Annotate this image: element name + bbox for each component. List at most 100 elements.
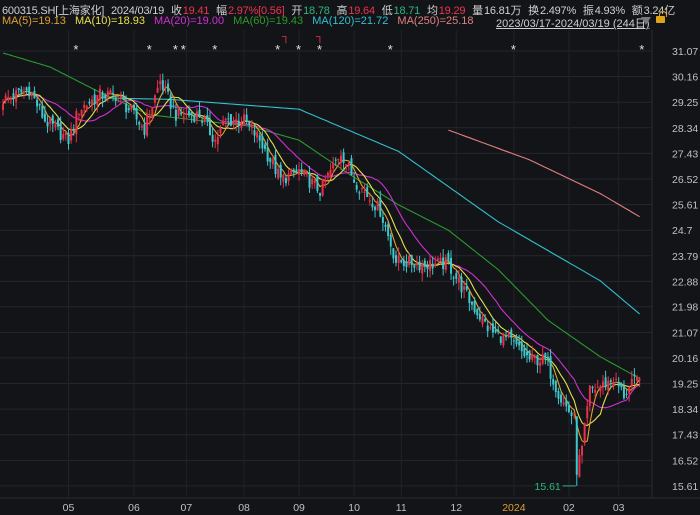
candle-body — [222, 121, 225, 126]
candle-body — [235, 119, 238, 125]
candle-body — [33, 90, 36, 99]
x-tick-label: 06 — [128, 502, 140, 514]
event-marker: * — [73, 42, 78, 57]
candle-body — [515, 338, 518, 345]
candle-body — [565, 400, 568, 407]
candle-body — [119, 96, 122, 98]
candle-body — [334, 159, 337, 161]
flag-marker: ┐ — [315, 31, 324, 44]
event-marker: * — [173, 42, 178, 57]
candle-body — [43, 113, 46, 122]
candle-body — [208, 118, 211, 135]
candle-body — [122, 96, 125, 101]
candle-body — [486, 325, 489, 332]
candle-body — [481, 316, 484, 325]
candle-body — [628, 387, 631, 394]
candle-body — [30, 93, 33, 96]
candlestick-chart[interactable]: * * * * * * * * * * *┐ ┐15.61 31.0730.1629.2528.342… — [0, 0, 700, 515]
candle-body — [379, 197, 382, 217]
candle-body — [617, 383, 620, 387]
candle-body — [101, 92, 104, 99]
y-tick-label: 26.52 — [672, 174, 698, 186]
candle-body — [206, 115, 209, 121]
candle-body — [497, 329, 500, 332]
candle-body — [295, 169, 298, 172]
event-marker: * — [388, 42, 393, 57]
candle-body — [156, 87, 159, 93]
candle-body — [615, 378, 618, 380]
candle-body — [408, 255, 411, 265]
candle-body — [36, 99, 39, 107]
candle-body — [609, 380, 612, 383]
candle-body — [112, 92, 115, 94]
candle-body — [261, 136, 264, 149]
candle-body — [214, 139, 217, 142]
candle-body — [520, 341, 523, 352]
candle-body — [237, 120, 240, 126]
candle-body — [250, 125, 253, 128]
candle-body — [358, 192, 361, 194]
candle-body — [311, 178, 314, 185]
candle-body — [533, 356, 536, 358]
candles — [2, 73, 641, 486]
candle-body — [185, 113, 188, 115]
y-tick-label: 23.79 — [672, 251, 698, 263]
candle-body — [332, 162, 335, 169]
candle-body — [324, 179, 327, 183]
candle-body — [15, 90, 18, 102]
candle-body — [512, 340, 515, 342]
flag-marker: ┐ — [281, 31, 290, 44]
candle-body — [62, 134, 65, 139]
candle-body — [316, 175, 319, 191]
candle-body — [287, 173, 290, 181]
candle-body — [7, 96, 10, 99]
candle-body — [366, 187, 369, 198]
candle-body — [463, 286, 466, 290]
candle-body — [541, 353, 544, 364]
candle-body — [560, 394, 563, 403]
candle-body — [20, 89, 23, 93]
candle-body — [494, 329, 497, 333]
candle-body — [104, 94, 107, 99]
candle-body — [457, 277, 460, 283]
candle-body — [203, 118, 206, 122]
candle-body — [405, 262, 408, 267]
candle-body — [607, 380, 610, 391]
candle-body — [67, 132, 70, 145]
candle-body — [117, 98, 120, 100]
candle-body — [601, 381, 604, 387]
candle-body — [431, 263, 434, 269]
candle-body — [581, 445, 584, 456]
candle-body — [279, 164, 282, 178]
candle-body — [552, 379, 555, 385]
candle-body — [146, 115, 149, 136]
candle-body — [308, 172, 311, 188]
candle-body — [59, 122, 62, 141]
candle-body — [292, 169, 295, 173]
y-tick-label: 17.43 — [672, 430, 698, 442]
candle-body — [300, 168, 303, 172]
candle-body — [588, 385, 591, 406]
candle-body — [277, 168, 280, 179]
candle-body — [28, 86, 31, 97]
candle-body — [342, 152, 345, 163]
candle-body — [505, 335, 508, 337]
candle-body — [413, 265, 416, 268]
candle-body — [229, 114, 232, 126]
candle-body — [46, 121, 49, 127]
candle-body — [455, 273, 458, 279]
x-tick-label: 10 — [348, 502, 360, 514]
candle-body — [106, 91, 109, 98]
candle-body — [491, 323, 494, 333]
candle-body — [201, 121, 204, 123]
y-tick-label: 18.34 — [672, 404, 698, 416]
candle-body — [575, 416, 578, 475]
candle-body — [526, 351, 528, 356]
y-tick-label: 24.7 — [672, 225, 693, 237]
candle-body — [83, 104, 86, 108]
candle-body — [245, 114, 248, 123]
candle-body — [195, 111, 198, 120]
candle-body — [476, 309, 479, 316]
candle-body — [180, 112, 183, 115]
candle-body — [274, 154, 277, 175]
